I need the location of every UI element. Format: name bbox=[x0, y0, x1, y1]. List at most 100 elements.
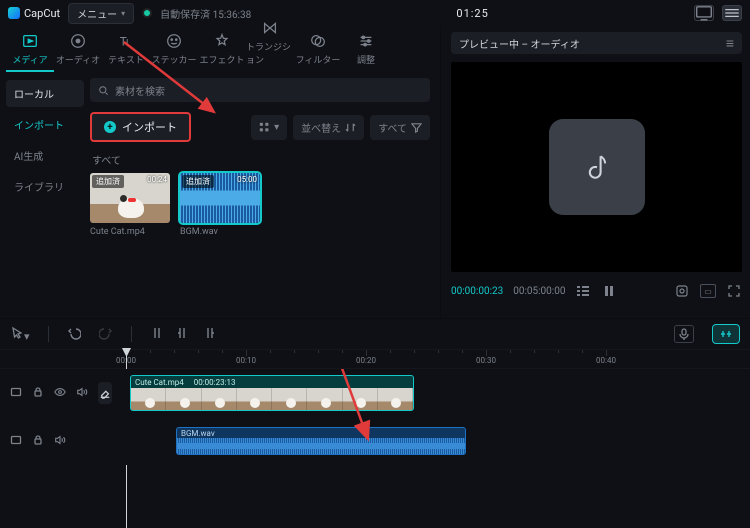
crop-icon[interactable] bbox=[674, 284, 690, 298]
tab-sticker[interactable]: ステッカー bbox=[150, 32, 198, 72]
sidetab-library[interactable]: ライブラリ bbox=[6, 173, 84, 200]
preview-list-icon[interactable] bbox=[575, 284, 591, 298]
project-timecode: 01:25 bbox=[259, 7, 686, 20]
tab-audio[interactable]: オーディオ bbox=[54, 32, 102, 72]
ruler-tick-label: 00:40 bbox=[596, 356, 616, 365]
preview-current-time: 00:00:00:23 bbox=[451, 286, 503, 297]
track-collapse-icon[interactable] bbox=[10, 386, 22, 401]
preview-header: プレビュー中 – オーディオ ≡ bbox=[451, 32, 742, 54]
track-lock-icon[interactable] bbox=[32, 434, 44, 449]
tab-text[interactable]: TI テキスト bbox=[102, 32, 150, 72]
split-right-icon[interactable] bbox=[202, 326, 216, 343]
autosave-label: 自動保存済 15:36:38 bbox=[160, 6, 251, 21]
track-visible-icon[interactable] bbox=[54, 386, 66, 401]
transition-icon bbox=[261, 19, 279, 37]
undo-icon[interactable] bbox=[67, 326, 81, 343]
track-row-audio: BGM.wav bbox=[0, 417, 750, 465]
workspace-tabs: メディア オーディオ TI テキスト ステッカー エフェクト トランジション bbox=[0, 26, 440, 72]
menu-button[interactable]: メニュー bbox=[68, 3, 134, 24]
timeline-ruler[interactable]: 00:0000:1000:2000:3000:40 bbox=[0, 349, 750, 369]
ruler-tick-label: 00:10 bbox=[236, 356, 256, 365]
track-collapse-icon[interactable] bbox=[10, 434, 22, 449]
auto-caption-button[interactable] bbox=[712, 324, 740, 344]
tab-audio-label: オーディオ bbox=[56, 53, 100, 66]
filter-all-button[interactable]: すべて bbox=[370, 115, 430, 140]
track-lock-icon[interactable] bbox=[32, 386, 44, 401]
sort-button[interactable]: 並べ替え bbox=[293, 115, 364, 140]
media-subhead: すべて bbox=[92, 152, 432, 167]
clip-duration: 00:24 bbox=[147, 175, 167, 184]
tab-effect[interactable]: エフェクト bbox=[198, 32, 246, 72]
filter-icon bbox=[309, 32, 327, 50]
tab-adjust[interactable]: 調整 bbox=[342, 32, 390, 72]
preview-menu-icon[interactable]: ≡ bbox=[726, 35, 734, 52]
timeline-clip-name: Cute Cat.mp4 bbox=[135, 378, 184, 387]
tab-media[interactable]: メディア bbox=[6, 32, 54, 72]
clip-thumbnail[interactable]: 追加済 00:24 bbox=[90, 173, 170, 223]
timeline-clip-duration: 00:00:23:13 bbox=[194, 378, 236, 387]
timeline-clip-name: BGM.wav bbox=[177, 428, 465, 438]
filter-all-label: すべて bbox=[378, 120, 407, 135]
tab-filter[interactable]: フィルター bbox=[294, 32, 342, 72]
sidetab-ai[interactable]: AI生成 bbox=[6, 142, 84, 169]
text-icon: TI bbox=[117, 32, 135, 50]
sort-icon bbox=[345, 122, 356, 133]
layout-toggle-icon[interactable] bbox=[694, 5, 714, 21]
app-logo: CapCut bbox=[8, 7, 60, 20]
clip-name: BGM.wav bbox=[180, 227, 260, 237]
ruler-tick-label: 00:30 bbox=[476, 356, 496, 365]
audio-icon bbox=[69, 32, 87, 50]
timeline-tracks: Cute Cat.mp4 00:00:23:13 BGM.wav bbox=[0, 369, 750, 527]
view-mode-button[interactable]: ▾ bbox=[251, 115, 287, 140]
clip-thumbnail[interactable]: 追加済 05:00 bbox=[180, 173, 260, 223]
adjust-icon bbox=[357, 32, 375, 50]
ratio-icon[interactable]: ▭ bbox=[700, 284, 716, 298]
split-left-icon[interactable] bbox=[176, 326, 190, 343]
redo-icon[interactable] bbox=[99, 326, 113, 343]
media-icon bbox=[21, 32, 39, 50]
clip-item[interactable]: 追加済 05:00 BGM.wav bbox=[180, 173, 260, 237]
tab-transition[interactable]: トランジション bbox=[246, 19, 294, 72]
track-erase-icon[interactable] bbox=[98, 382, 112, 404]
select-tool-icon[interactable]: ▾ bbox=[10, 326, 30, 343]
tab-filter-label: フィルター bbox=[296, 53, 341, 66]
import-button[interactable]: + インポート bbox=[90, 112, 191, 142]
tab-effect-label: エフェクト bbox=[199, 53, 244, 66]
track-mute-icon[interactable] bbox=[54, 434, 66, 449]
fullscreen-icon[interactable] bbox=[726, 284, 742, 298]
tab-adjust-label: 調整 bbox=[357, 53, 375, 66]
voiceover-icon[interactable] bbox=[674, 325, 694, 343]
track-controls-video bbox=[0, 369, 126, 417]
settings-button[interactable] bbox=[722, 5, 742, 21]
search-input[interactable]: 素材を検索 bbox=[90, 78, 430, 102]
clip-added-badge: 追加済 bbox=[182, 175, 214, 188]
sidetab-local[interactable]: ローカル bbox=[6, 80, 84, 107]
timeline-clip-audio[interactable]: BGM.wav bbox=[176, 427, 466, 455]
search-placeholder: 素材を検索 bbox=[115, 83, 165, 98]
pause-button[interactable] bbox=[601, 284, 617, 298]
import-button-label: インポート bbox=[122, 119, 177, 135]
tab-text-label: テキスト bbox=[108, 53, 144, 66]
preview-controls: 00:00:00:23 00:05:00:00 ▭ bbox=[451, 278, 742, 304]
track-mute-icon[interactable] bbox=[76, 386, 88, 401]
tab-transition-label: トランジション bbox=[246, 40, 294, 66]
autosave-indicator-icon bbox=[142, 8, 152, 18]
timeline-clip-video[interactable]: Cute Cat.mp4 00:00:23:13 bbox=[130, 375, 414, 411]
timeline-toolbar: ▾ bbox=[0, 319, 750, 349]
tab-media-label: メディア bbox=[12, 53, 47, 66]
plus-icon: + bbox=[104, 121, 116, 133]
funnel-icon bbox=[411, 122, 422, 133]
clip-added-badge: 追加済 bbox=[92, 175, 124, 188]
track-controls-audio bbox=[0, 417, 126, 465]
sticker-icon bbox=[165, 32, 183, 50]
clip-item[interactable]: 追加済 00:24 Cute Cat.mp4 bbox=[90, 173, 170, 237]
preview-stage[interactable] bbox=[451, 62, 742, 272]
search-icon bbox=[98, 85, 109, 96]
sidetab-import[interactable]: インポート bbox=[6, 111, 84, 138]
split-icon[interactable] bbox=[150, 326, 164, 343]
clip-duration: 05:00 bbox=[237, 175, 257, 184]
ruler-tick-label: 00:20 bbox=[356, 356, 376, 365]
audio-placeholder-icon bbox=[549, 119, 645, 215]
media-clip-grid: 追加済 00:24 Cute Cat.mp4 追加済 05:00 BGM.wav bbox=[90, 173, 432, 237]
preview-title: プレビュー中 – オーディオ bbox=[459, 36, 580, 51]
